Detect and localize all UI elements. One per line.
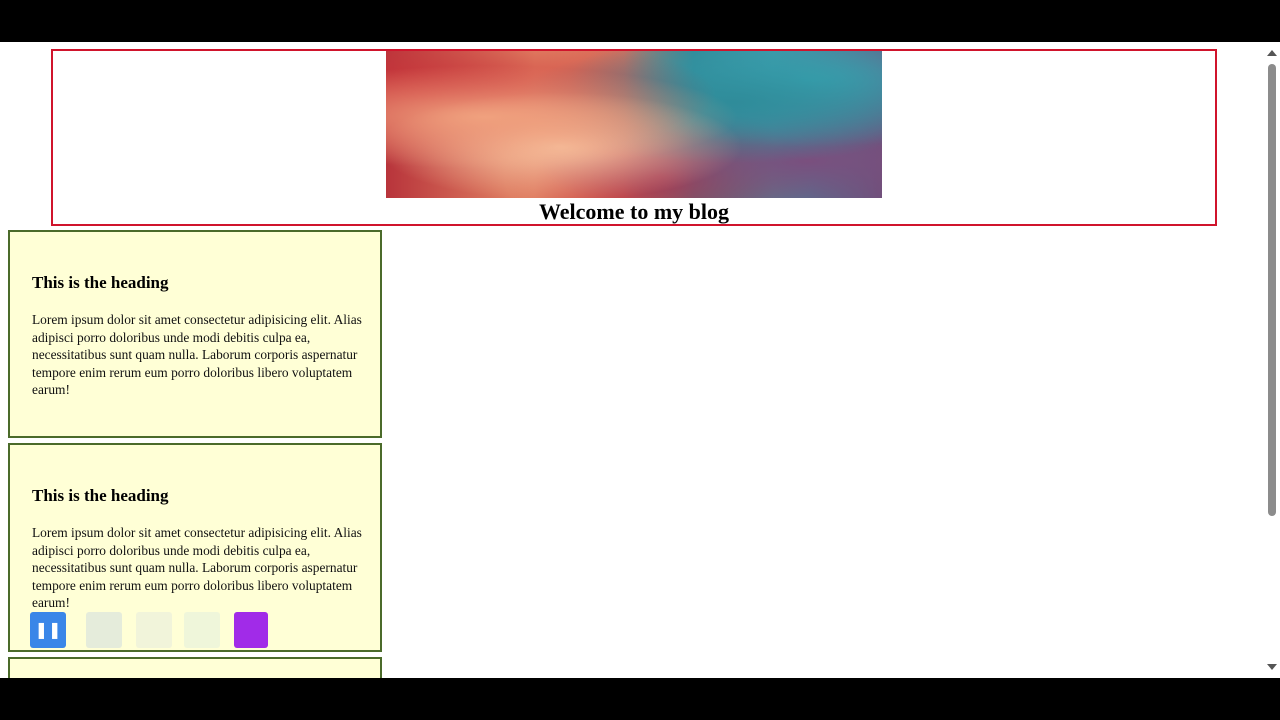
screen-recorder-toolbar: ❚❚ bbox=[28, 612, 278, 648]
scroll-up-arrow-icon[interactable] bbox=[1267, 50, 1277, 56]
post-body: Lorem ipsum dolor sit amet consectetur a… bbox=[32, 312, 362, 397]
browser-viewport: Welcome to my blog This is the heading L… bbox=[0, 42, 1280, 678]
blog-post-card-partial bbox=[8, 657, 382, 678]
post-heading: This is the heading bbox=[32, 273, 169, 292]
post-heading: This is the heading bbox=[32, 486, 169, 505]
post-body: Lorem ipsum dolor sit amet consectetur a… bbox=[32, 525, 362, 610]
vertical-scrollbar[interactable] bbox=[1264, 42, 1280, 678]
scroll-down-arrow-icon[interactable] bbox=[1267, 664, 1277, 670]
stop-icon[interactable] bbox=[234, 612, 268, 648]
recorder-tool-button[interactable] bbox=[86, 612, 122, 648]
banner-image bbox=[386, 51, 882, 198]
page-title: Welcome to my blog bbox=[538, 199, 730, 224]
scrollbar-thumb[interactable] bbox=[1268, 64, 1276, 516]
blog-post-card: This is the heading Lorem ipsum dolor si… bbox=[8, 230, 382, 438]
recorder-tool-button[interactable] bbox=[184, 612, 220, 648]
recorder-tool-button[interactable] bbox=[136, 612, 172, 648]
pause-icon[interactable]: ❚❚ bbox=[30, 612, 66, 648]
blog-header: Welcome to my blog bbox=[51, 49, 1217, 226]
